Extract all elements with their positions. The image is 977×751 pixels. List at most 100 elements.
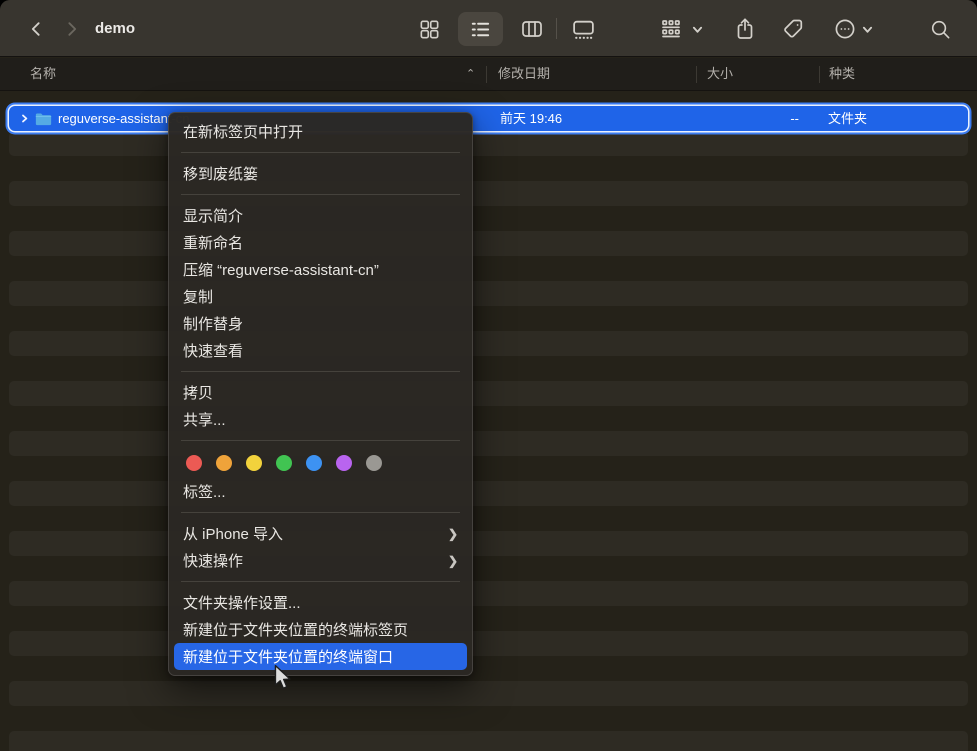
menu-item-label: 复制 xyxy=(183,286,213,307)
more-button[interactable] xyxy=(832,16,858,42)
column-separator[interactable] xyxy=(696,66,697,83)
gallery-view-button[interactable] xyxy=(570,16,596,42)
row-stripe xyxy=(9,331,968,356)
menu-item-17[interactable]: 从 iPhone 导入 ❯ xyxy=(169,520,472,547)
row-stripe xyxy=(9,231,968,256)
file-kind: 文件夹 xyxy=(828,106,867,131)
column-separator[interactable] xyxy=(819,66,820,83)
finder-window: demo xyxy=(0,0,977,751)
back-icon xyxy=(27,19,47,39)
tag-dot-gray[interactable] xyxy=(366,455,382,471)
submenu-arrow-icon: ❯ xyxy=(448,554,458,568)
menu-item-label: 文件夹操作设置... xyxy=(183,592,301,613)
menu-item-12[interactable]: 共享... xyxy=(169,406,472,433)
toolbar: demo xyxy=(0,0,977,57)
row-stripe xyxy=(9,181,968,206)
tag-dot-yellow[interactable] xyxy=(246,455,262,471)
menu-item-5[interactable]: 重新命名 xyxy=(169,229,472,256)
menu-item-label: 显示简介 xyxy=(183,205,243,226)
gallery-view-icon xyxy=(571,17,596,42)
menu-item-6[interactable]: 压缩 “reguverse-assistant-cn” xyxy=(169,256,472,283)
file-date-modified: 前天 19:46 xyxy=(500,106,562,131)
mouse-cursor xyxy=(270,664,296,697)
menu-item-label: 快速操作 xyxy=(183,550,243,571)
menu-item-2[interactable]: 移到废纸篓 xyxy=(169,160,472,187)
column-view-button[interactable] xyxy=(519,16,545,42)
forward-button[interactable] xyxy=(58,16,84,42)
file-size: -- xyxy=(669,106,799,131)
submenu-arrow-icon: ❯ xyxy=(448,527,458,541)
menu-divider xyxy=(181,581,460,582)
menu-item-18[interactable]: 快速操作 ❯ xyxy=(169,547,472,574)
row-stripe xyxy=(9,631,968,656)
tag-dot-purple[interactable] xyxy=(336,455,352,471)
menu-item-label: 在新标签页中打开 xyxy=(183,121,303,142)
menu-item-11[interactable]: 拷贝 xyxy=(169,379,472,406)
menu-item-label: 重新命名 xyxy=(183,232,243,253)
row-stripe xyxy=(9,431,968,456)
column-separator[interactable] xyxy=(486,66,487,83)
menu-item-label: 共享... xyxy=(183,409,226,430)
folder-icon xyxy=(35,112,52,126)
menu-item-15[interactable]: 标签... xyxy=(169,478,472,505)
menu-divider xyxy=(181,512,460,513)
menu-tag-color-row xyxy=(169,448,472,478)
context-menu: 在新标签页中打开移到废纸篓显示简介重新命名压缩 “reguverse-assis… xyxy=(168,112,473,676)
tag-dot-orange[interactable] xyxy=(216,455,232,471)
disclosure-chevron-icon[interactable] xyxy=(20,114,29,123)
column-view-icon xyxy=(520,17,544,41)
share-icon xyxy=(733,17,757,41)
row-stripe xyxy=(9,681,968,706)
tag-button[interactable] xyxy=(781,16,807,42)
column-header-date[interactable]: 修改日期 xyxy=(498,58,550,90)
column-header-kind[interactable]: 种类 xyxy=(829,58,855,90)
row-stripe xyxy=(9,381,968,406)
list-header: 名称 ⌃ 修改日期 大小 种类 xyxy=(0,58,977,91)
menu-item-label: 拷贝 xyxy=(183,382,213,403)
menu-item-20[interactable]: 文件夹操作设置... xyxy=(169,589,472,616)
menu-item-label: 移到废纸篓 xyxy=(183,163,258,184)
row-stripe xyxy=(9,481,968,506)
menu-item-22[interactable]: 新建位于文件夹位置的终端窗口 xyxy=(174,643,467,670)
forward-icon xyxy=(61,19,81,39)
back-button[interactable] xyxy=(24,16,50,42)
menu-item-7[interactable]: 复制 xyxy=(169,283,472,310)
list-view-button[interactable] xyxy=(458,12,503,46)
menu-item-label: 压缩 “reguverse-assistant-cn” xyxy=(183,259,379,280)
more-chevron-down-icon[interactable] xyxy=(861,16,873,42)
menu-divider xyxy=(181,152,460,153)
window-title: demo xyxy=(95,0,135,57)
toolbar-divider xyxy=(556,18,557,39)
table-row[interactable]: reguverse-assistant-cn 前天 19:46 -- 文件夹 xyxy=(9,106,968,131)
group-chevron-down-icon[interactable] xyxy=(691,16,703,42)
menu-item-label: 标签... xyxy=(183,481,226,502)
tag-dot-green[interactable] xyxy=(276,455,292,471)
column-header-size[interactable]: 大小 xyxy=(707,58,733,90)
search-icon xyxy=(929,18,952,41)
menu-item-label: 快速查看 xyxy=(183,340,243,361)
group-button[interactable] xyxy=(658,16,684,42)
menu-item-0[interactable]: 在新标签页中打开 xyxy=(169,118,472,145)
icon-view-icon xyxy=(418,18,441,41)
menu-item-9[interactable]: 快速查看 xyxy=(169,337,472,364)
menu-item-21[interactable]: 新建位于文件夹位置的终端标签页 xyxy=(169,616,472,643)
list-view-icon xyxy=(469,18,492,41)
tag-dot-red[interactable] xyxy=(186,455,202,471)
row-stripe xyxy=(9,131,968,156)
search-button[interactable] xyxy=(927,16,953,42)
menu-item-8[interactable]: 制作替身 xyxy=(169,310,472,337)
tag-icon xyxy=(782,17,806,41)
icon-view-button[interactable] xyxy=(416,16,442,42)
share-button[interactable] xyxy=(732,16,758,42)
row-stripe xyxy=(9,731,968,751)
menu-divider xyxy=(181,440,460,441)
tag-dot-blue[interactable] xyxy=(306,455,322,471)
menu-item-label: 新建位于文件夹位置的终端标签页 xyxy=(183,619,408,640)
column-header-name[interactable]: 名称 xyxy=(30,58,56,90)
menu-item-label: 制作替身 xyxy=(183,313,243,334)
file-list: reguverse-assistant-cn 前天 19:46 -- 文件夹 xyxy=(0,91,977,751)
menu-divider xyxy=(181,194,460,195)
menu-item-label: 从 iPhone 导入 xyxy=(183,523,283,544)
menu-item-4[interactable]: 显示简介 xyxy=(169,202,472,229)
row-stripe xyxy=(9,531,968,556)
